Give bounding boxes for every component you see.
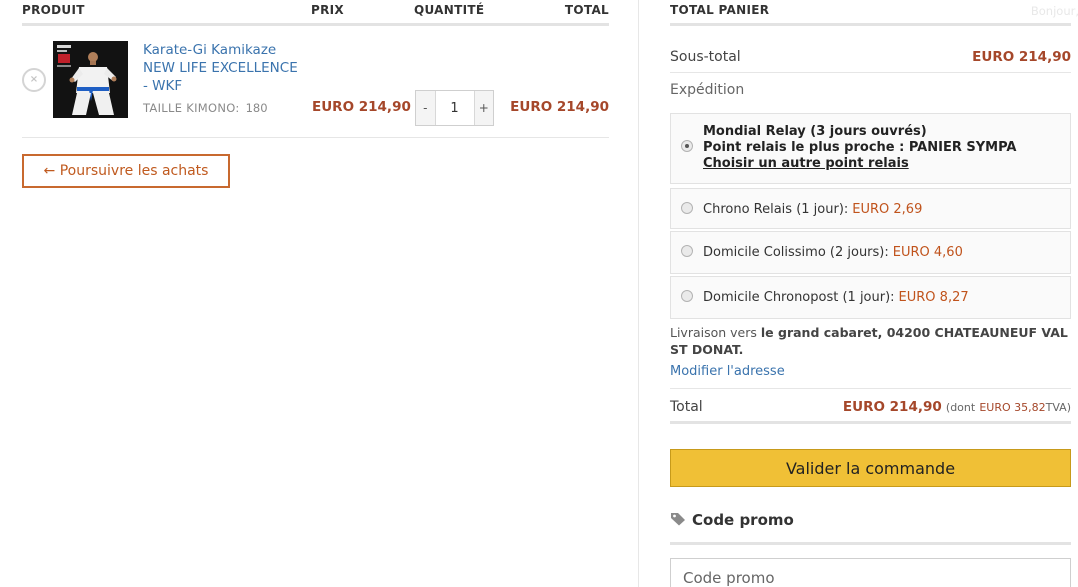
remove-item-button[interactable]: × bbox=[22, 68, 46, 92]
shipping-option-text: Domicile Colissimo (2 jours): EURO 4,60 bbox=[703, 245, 963, 261]
shipping-radio-chrono-relais[interactable] bbox=[681, 202, 693, 214]
shipping-option-text: Domicile Chronopost (1 jour): EURO 8,27 bbox=[703, 290, 969, 306]
totals-header: TOTAL PANIER Bonjour, bbox=[670, 0, 1078, 26]
delivery-address: Livraison vers le grand cabaret, 04200 C… bbox=[670, 324, 1070, 358]
header-quantity: QUANTITÉ bbox=[414, 3, 485, 17]
product-image[interactable] bbox=[53, 41, 128, 118]
header-price: PRIX bbox=[311, 3, 344, 17]
edit-address-link[interactable]: Modifier l'adresse bbox=[670, 364, 785, 379]
shipping-option-name: Chrono Relais (1 jour): bbox=[703, 202, 849, 217]
shipping-option-price: EURO 4,60 bbox=[892, 245, 963, 260]
shipping-option-price: EURO 2,69 bbox=[852, 202, 923, 217]
shipping-option-text: Chrono Relais (1 jour): EURO 2,69 bbox=[703, 202, 922, 218]
order-total-row: Total EURO 214,90 (dont EURO 35,82TVA) bbox=[670, 388, 1071, 424]
header-product: PRODUIT bbox=[22, 3, 85, 17]
shipping-radio-mondial-relay[interactable] bbox=[681, 140, 693, 152]
tag-icon bbox=[671, 513, 685, 526]
product-info: Karate-Gi Kamikaze NEW LIFE EXCELLENCE -… bbox=[143, 41, 303, 115]
shipping-option-name: Domicile Colissimo (2 jours): bbox=[703, 245, 889, 260]
greeting-text: Bonjour, bbox=[1030, 4, 1078, 18]
shipping-option-text: Mondial Relay (3 jours ouvrés) Point rel… bbox=[703, 124, 1016, 172]
close-icon: × bbox=[29, 74, 39, 85]
totals-title: TOTAL PANIER bbox=[670, 3, 770, 17]
quantity-input[interactable] bbox=[435, 91, 474, 125]
shipping-option-colissimo[interactable]: Domicile Colissimo (2 jours): EURO 4,60 bbox=[670, 231, 1071, 274]
cart-totals: TOTAL PANIER Bonjour, Sous-total EURO 21… bbox=[670, 0, 1078, 73]
tax-prefix: (dont bbox=[945, 401, 976, 414]
promo-title: Code promo bbox=[692, 511, 794, 529]
quantity-increase-button[interactable]: + bbox=[473, 91, 493, 125]
promo-code-input[interactable] bbox=[670, 558, 1071, 587]
delivery-prefix: Livraison vers bbox=[670, 325, 757, 340]
variation-label: TAILLE KIMONO: bbox=[143, 101, 240, 115]
continue-shopping-button[interactable]: ← Poursuivre les achats bbox=[22, 154, 230, 188]
cart-item-row: × Karate-Gi Kamikaze NEW LIFE EXCELLENCE… bbox=[22, 26, 609, 138]
tax-value: EURO 35,82 bbox=[979, 401, 1046, 414]
column-divider bbox=[638, 0, 639, 587]
product-variation: TAILLE KIMONO: 180 bbox=[143, 101, 303, 115]
item-price: EURO 214,90 bbox=[312, 99, 411, 115]
shipping-radio-colissimo[interactable] bbox=[681, 245, 693, 257]
tax-suffix: TVA) bbox=[1045, 401, 1071, 414]
subtotal-label: Sous-total bbox=[670, 49, 741, 65]
header-total: TOTAL bbox=[564, 3, 609, 17]
subtotal-value: EURO 214,90 bbox=[972, 49, 1071, 65]
shipping-option-mondial-relay[interactable]: Mondial Relay (3 jours ouvrés) Point rel… bbox=[670, 113, 1071, 184]
quantity-decrease-button[interactable]: - bbox=[416, 91, 436, 125]
relay-point-detail: Point relais le plus proche : PANIER SYM… bbox=[703, 140, 1017, 155]
promo-section-title: Code promo bbox=[670, 511, 1071, 545]
karate-gi-product-photo bbox=[53, 41, 128, 118]
shipping-option-name: Mondial Relay (3 jours ouvrés) bbox=[703, 124, 927, 139]
quantity-stepper: - + bbox=[415, 90, 494, 126]
total-value: EURO 214,90 bbox=[842, 399, 942, 415]
choose-relay-point-link[interactable]: Choisir un autre point relais bbox=[703, 156, 1016, 172]
shipping-option-price: EURO 8,27 bbox=[898, 290, 969, 305]
item-line-total: EURO 214,90 bbox=[510, 99, 609, 115]
shipping-radio-chronopost[interactable] bbox=[681, 290, 693, 302]
total-label: Total bbox=[670, 399, 703, 415]
shipping-option-name: Domicile Chronopost (1 jour): bbox=[703, 290, 895, 305]
shipping-label: Expédition bbox=[670, 82, 745, 98]
variation-value: 180 bbox=[245, 101, 268, 115]
cart-header: PRODUIT PRIX QUANTITÉ TOTAL bbox=[22, 0, 609, 26]
shipping-option-chrono-relais[interactable]: Chrono Relais (1 jour): EURO 2,69 bbox=[670, 188, 1071, 229]
total-value-group: EURO 214,90 (dont EURO 35,82TVA) bbox=[843, 399, 1071, 415]
product-name-link[interactable]: Karate-Gi Kamikaze NEW LIFE EXCELLENCE -… bbox=[143, 41, 303, 95]
subtotal-row: Sous-total EURO 214,90 bbox=[670, 26, 1071, 73]
shipping-option-chronopost[interactable]: Domicile Chronopost (1 jour): EURO 8,27 bbox=[670, 276, 1071, 319]
checkout-button[interactable]: Valider la commande bbox=[670, 449, 1071, 487]
cart-table: PRODUIT PRIX QUANTITÉ TOTAL × Karate-Gi … bbox=[22, 0, 609, 138]
